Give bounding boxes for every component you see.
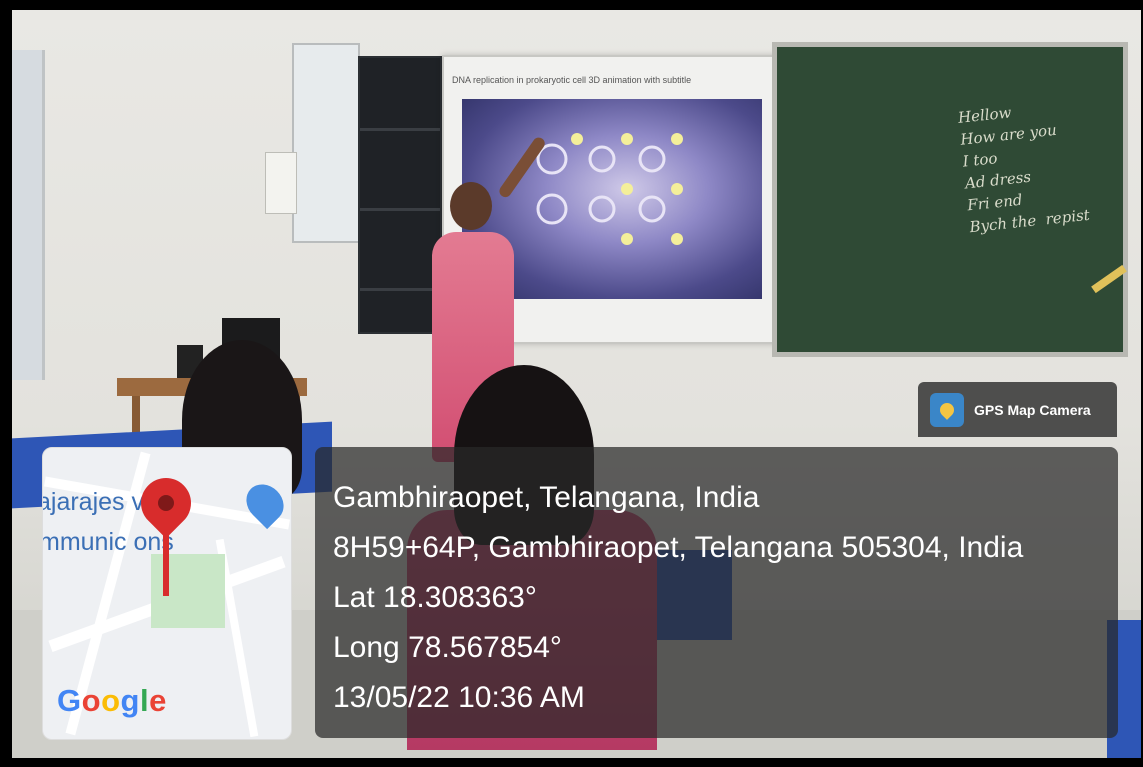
wall-cabinet bbox=[292, 43, 360, 243]
switchboard bbox=[265, 152, 297, 214]
latitude: Lat 18.308363° bbox=[333, 581, 537, 614]
address: 8H59+64P, Gambhiraopet, Telangana 505304… bbox=[333, 531, 1024, 564]
longitude: Long 78.567854° bbox=[333, 631, 562, 664]
classroom-photo: DNA replication in prokaryotic cell 3D a… bbox=[12, 10, 1141, 758]
teacher-head bbox=[450, 182, 492, 230]
equipment-rack bbox=[358, 56, 442, 334]
map-thumbnail: ajarajes vara mmunic ons Google bbox=[42, 447, 292, 740]
chalkboard-writing: Hellow How are you I too Ad dress Fri en… bbox=[957, 103, 1091, 237]
map-pin-dot bbox=[158, 495, 174, 511]
gps-map-camera-badge: GPS Map Camera bbox=[918, 382, 1117, 437]
video-title: DNA replication in prokaryotic cell 3D a… bbox=[452, 75, 692, 85]
rack-shelf bbox=[360, 208, 440, 211]
window bbox=[12, 50, 45, 380]
rack-shelf bbox=[360, 288, 440, 291]
map-label-line2: mmunic ons bbox=[42, 528, 174, 556]
photo-frame: DNA replication in prokaryotic cell 3D a… bbox=[0, 0, 1143, 767]
pin-icon bbox=[937, 399, 957, 420]
location-info-panel: Gambhiraopet, Telangana, India 8H59+64P,… bbox=[315, 447, 1118, 738]
gps-badge-label: GPS Map Camera bbox=[974, 401, 1091, 418]
rack-shelf bbox=[360, 128, 440, 131]
chalkboard: Hellow How are you I too Ad dress Fri en… bbox=[772, 42, 1128, 357]
date-time: 13/05/22 10:36 AM bbox=[333, 681, 585, 714]
google-logo: Google bbox=[57, 683, 167, 718]
gps-map-camera-icon bbox=[930, 392, 964, 427]
place-name: Gambhiraopet, Telangana, India bbox=[333, 481, 760, 514]
